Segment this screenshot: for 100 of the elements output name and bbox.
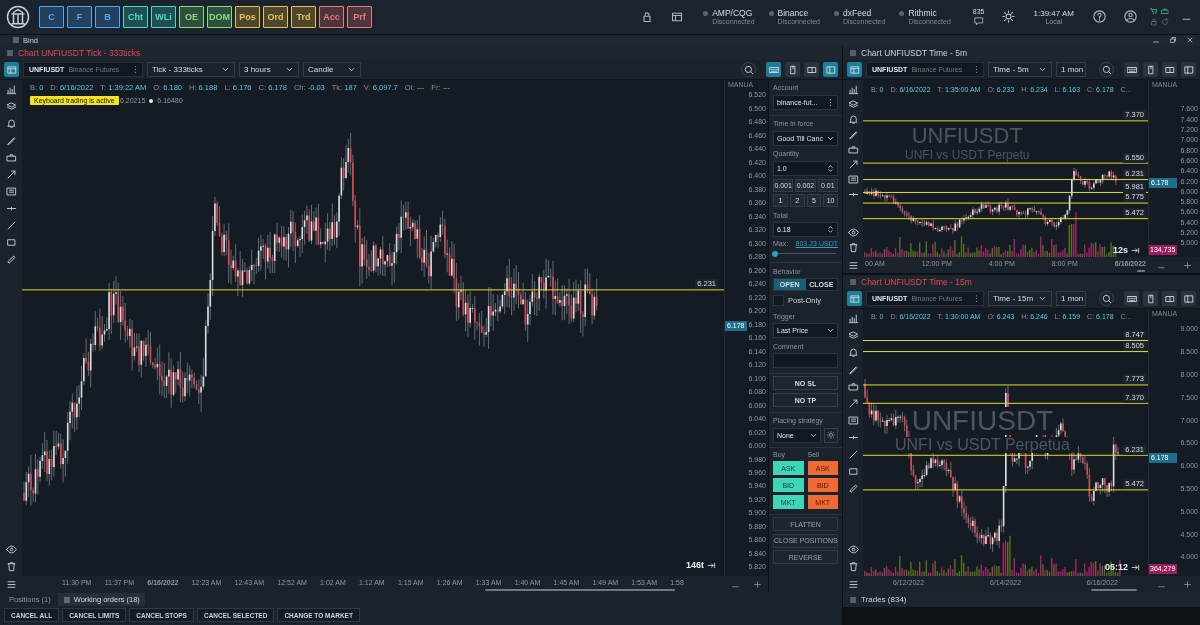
briefcase-icon[interactable]	[847, 381, 859, 393]
layout-toggle[interactable]	[4, 62, 19, 78]
scrollbar[interactable]	[1091, 589, 1137, 592]
layers-icon[interactable]	[847, 330, 859, 342]
toolbar-tile[interactable]: OE	[179, 5, 204, 28]
dropdown[interactable]: Time - 5m	[988, 62, 1052, 78]
briefcase-icon[interactable]	[847, 144, 859, 156]
eye-icon[interactable]	[5, 544, 17, 556]
mouse-toggle[interactable]	[785, 62, 800, 78]
plus-icon[interactable]	[752, 579, 762, 589]
keyboard-toggle[interactable]	[766, 62, 781, 78]
settings-icon[interactable]	[827, 431, 835, 440]
scrollbar[interactable]	[485, 589, 675, 592]
layout-toggle[interactable]	[847, 291, 862, 307]
ruler-icon[interactable]	[847, 483, 859, 495]
toolbar-tile[interactable]: Pos	[235, 5, 260, 28]
split-panels-toggle[interactable]	[1162, 62, 1177, 78]
eye-icon[interactable]	[847, 544, 859, 556]
mouse-toggle[interactable]	[1143, 291, 1158, 307]
toolbar-tile[interactable]: F	[67, 5, 92, 28]
diagonal-line-icon[interactable]	[5, 220, 17, 232]
input-field[interactable]: 1 mon	[1056, 62, 1086, 78]
list-icon[interactable]	[847, 259, 859, 271]
pencil-icon[interactable]	[5, 135, 17, 147]
bar-chart-icon[interactable]	[5, 84, 17, 96]
text-box-icon[interactable]	[847, 415, 859, 427]
arrow-to-end-icon[interactable]	[707, 560, 716, 570]
cart-icon[interactable]	[1150, 7, 1158, 16]
text-box-icon[interactable]	[847, 174, 859, 186]
slider-thumb[interactable]	[772, 250, 778, 257]
layers-icon[interactable]	[847, 99, 859, 111]
arrow-to-end-icon[interactable]	[1131, 245, 1140, 255]
level-line[interactable]	[863, 351, 1148, 353]
bell-icon[interactable]	[847, 114, 859, 126]
rectangle-icon[interactable]	[847, 466, 859, 478]
sidebar-toggle[interactable]	[823, 62, 838, 78]
lock-icon[interactable]	[641, 10, 654, 23]
arrow-icon[interactable]	[847, 398, 859, 410]
dropdown[interactable]: Time - 15m	[988, 291, 1052, 307]
sidebar-toggle[interactable]	[1181, 62, 1196, 78]
logo-icon[interactable]	[6, 4, 30, 29]
eye-icon[interactable]	[847, 227, 859, 239]
level-line[interactable]	[863, 340, 1148, 342]
level-line[interactable]	[863, 403, 1148, 405]
settings-icon[interactable]	[1001, 10, 1015, 24]
layout-icon[interactable]	[671, 10, 684, 23]
comment-field[interactable]	[773, 353, 838, 369]
list-icon[interactable]	[5, 578, 17, 590]
chat-icon[interactable]	[973, 15, 984, 26]
plus-icon[interactable]	[1182, 260, 1192, 270]
trash-icon[interactable]	[847, 561, 859, 573]
arrow-icon[interactable]	[847, 159, 859, 171]
dropdown[interactable]: Tick - 333ticks	[147, 62, 235, 78]
toolbar-tile[interactable]: B	[95, 5, 120, 28]
keyboard-toggle[interactable]	[1124, 291, 1139, 307]
level-line[interactable]	[863, 455, 1148, 457]
toolbar-tile[interactable]: C	[39, 5, 64, 28]
toolbar-tile[interactable]: DOM	[207, 5, 232, 28]
text-box-icon[interactable]	[5, 186, 17, 198]
bar-chart-icon[interactable]	[847, 84, 859, 96]
trash-icon[interactable]	[5, 561, 17, 573]
plus-icon[interactable]	[1182, 579, 1192, 589]
split-panels-toggle[interactable]	[804, 62, 819, 78]
toolbar-tile[interactable]: Trd	[291, 5, 316, 28]
toolbar-tile[interactable]: Acc	[319, 5, 344, 28]
input-field[interactable]: 1 mon	[1056, 291, 1086, 307]
bell-icon[interactable]	[847, 347, 859, 359]
layers-icon[interactable]	[5, 101, 17, 113]
arrow-icon[interactable]	[5, 169, 17, 181]
mouse-toggle[interactable]	[1143, 62, 1158, 78]
slider[interactable]	[773, 249, 838, 258]
stepper-icon[interactable]	[826, 225, 835, 235]
restore-icon[interactable]	[1169, 36, 1177, 45]
trash-icon[interactable]	[847, 242, 859, 254]
stepper-icon[interactable]	[826, 163, 835, 173]
briefcase-icon[interactable]	[1161, 7, 1169, 16]
split-panels-toggle[interactable]	[1162, 291, 1177, 307]
bell-icon[interactable]	[5, 118, 17, 130]
ruler-icon[interactable]	[5, 254, 17, 266]
pencil-icon[interactable]	[847, 129, 859, 141]
close-icon[interactable]	[1186, 36, 1194, 45]
dropdown[interactable]: Candle	[303, 62, 361, 78]
rectangle-icon[interactable]	[5, 237, 17, 249]
briefcase-icon[interactable]	[5, 152, 17, 164]
toolbar-tile[interactable]: Prf	[347, 5, 372, 28]
level-line[interactable]	[863, 218, 1148, 220]
arrow-to-end-icon[interactable]	[1131, 562, 1140, 572]
dropdown[interactable]: 3 hours	[239, 62, 299, 78]
bar-chart-icon[interactable]	[847, 313, 859, 325]
toolbar-tile[interactable]: WLi	[151, 5, 176, 28]
keyboard-toggle[interactable]	[1124, 62, 1139, 78]
pencil-icon[interactable]	[847, 364, 859, 376]
sidebar-toggle[interactable]	[1181, 291, 1196, 307]
list-icon[interactable]	[847, 578, 859, 590]
diagonal-line-icon[interactable]	[847, 449, 859, 461]
layout-toggle[interactable]	[847, 62, 862, 78]
toolbar-tile[interactable]: Ord	[263, 5, 288, 28]
level-line[interactable]	[863, 179, 1148, 181]
scrollbar[interactable]	[1136, 270, 1146, 273]
checkbox[interactable]	[773, 295, 784, 307]
